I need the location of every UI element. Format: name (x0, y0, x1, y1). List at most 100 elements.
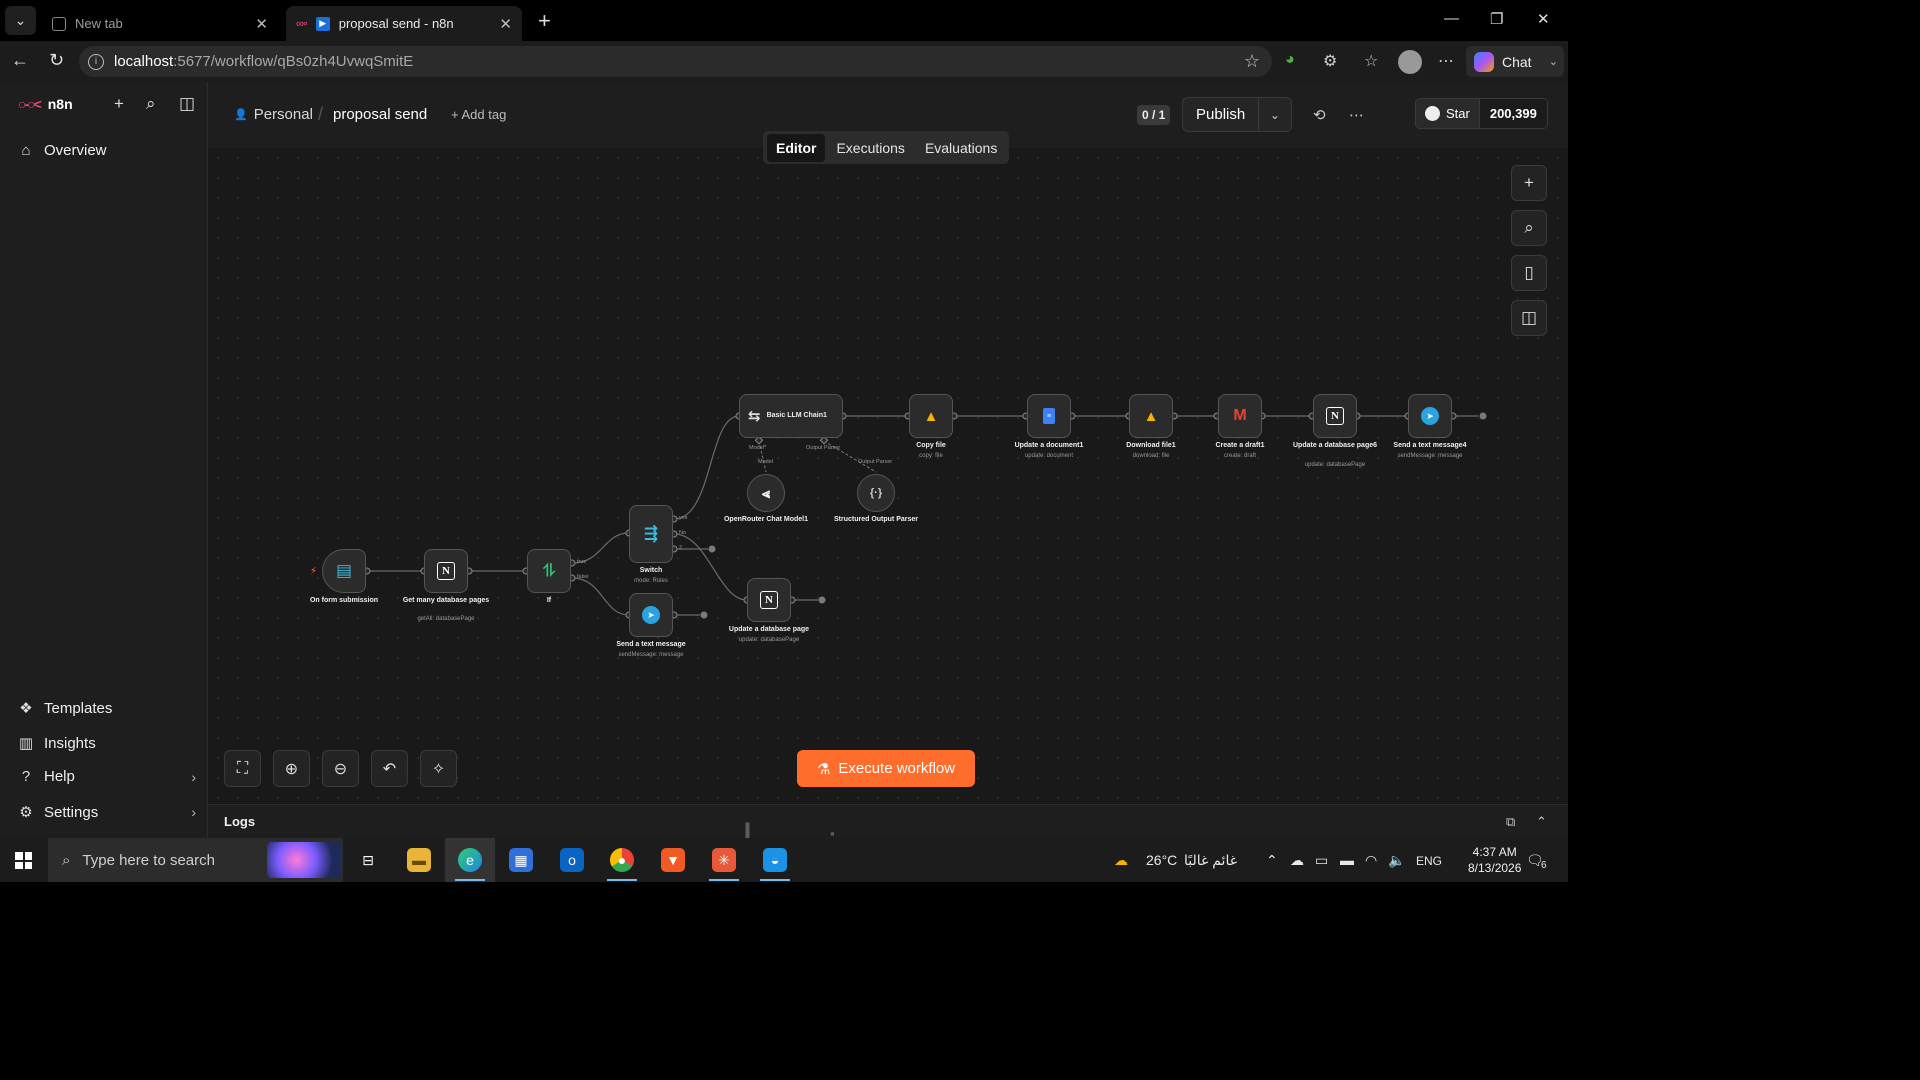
edge-browser-icon[interactable]: e (458, 848, 482, 872)
outlook-icon[interactable]: o (560, 848, 584, 872)
undo-button[interactable]: ↶ (371, 750, 408, 787)
sidebar-item-settings[interactable]: ⚙ Settings › (18, 803, 196, 822)
info-icon[interactable]: i (88, 53, 104, 70)
publish-button[interactable]: Publish (1183, 106, 1258, 123)
task-view-icon[interactable]: ⊟ (356, 848, 380, 872)
node-copy-file[interactable]: ▲ (909, 394, 953, 438)
node-create-a-draft[interactable]: M (1218, 394, 1262, 438)
sidebar-item-insights[interactable]: ▥ Insights (18, 734, 196, 753)
weather-description[interactable]: غائم غالبًا (1184, 852, 1237, 869)
chevron-up-icon[interactable]: ⌃ (1536, 814, 1547, 830)
search-nodes-button[interactable]: ⌕ (1511, 210, 1547, 246)
file-explorer-icon[interactable]: ▬ (407, 848, 431, 872)
new-tab-button[interactable]: + (538, 8, 551, 34)
zoom-out-button[interactable]: ⊖ (322, 750, 359, 787)
language-indicator[interactable]: ENG (1416, 854, 1442, 868)
claude-icon[interactable]: ✳ (712, 848, 736, 872)
toggle-panel-button[interactable]: ◫ (1511, 300, 1547, 336)
node-basic-llm-chain[interactable]: ⇆ Basic LLM Chain1 (739, 394, 843, 438)
reload-icon[interactable]: ↻ (49, 50, 64, 71)
sidebar-item-label: Help (44, 768, 75, 785)
node-structured-output-parser[interactable]: {·} (857, 474, 895, 512)
restore-icon[interactable]: ❐ (1490, 10, 1503, 28)
bookmark-star-icon[interactable]: ☆ (1244, 51, 1260, 72)
tidy-up-button[interactable]: ✧ (420, 750, 457, 787)
tab-editor[interactable]: Editor (767, 133, 826, 162)
extensions-puzzle-icon[interactable]: ⚙ (1323, 51, 1337, 71)
pop-out-icon[interactable]: ⧉ (1506, 814, 1515, 830)
chevron-up-icon[interactable]: ⌃ (1266, 852, 1278, 869)
chevron-right-icon: › (191, 804, 196, 820)
publish-dropdown-icon[interactable]: ⌄ (1257, 98, 1291, 131)
system-clock[interactable]: 4:37 AM 8/13/2026 (1468, 844, 1521, 876)
n8n-brand[interactable]: ○-○< n8n (18, 96, 73, 112)
sidebar-item-templates[interactable]: ❖ Templates (18, 699, 196, 718)
node-send-a-text-message4[interactable]: ➤ (1408, 394, 1452, 438)
zoom-in-button[interactable]: ⊕ (273, 750, 310, 787)
add-sticky-note-button[interactable]: ▯ (1511, 255, 1547, 291)
camera-icon[interactable]: ▭ (1315, 852, 1328, 869)
node-update-a-database-page[interactable]: N (747, 578, 791, 622)
close-window-icon[interactable]: ✕ (1537, 10, 1550, 28)
collapse-sidebar-icon[interactable]: ◫ (179, 94, 195, 114)
node-if[interactable]: ⥮ (527, 549, 571, 593)
search-icon[interactable]: ⌕ (146, 94, 156, 114)
add-tag-button[interactable]: + Add tag (451, 107, 506, 122)
weather-temperature[interactable]: 26°C (1146, 852, 1177, 868)
profile-avatar[interactable] (1398, 50, 1422, 74)
node-subtitle: copy: file (919, 453, 943, 459)
node-on-form-submission[interactable]: ▤ (322, 549, 366, 593)
zoom-to-fit-button[interactable]: ⛶ (224, 750, 261, 787)
tab-executions[interactable]: Executions (827, 134, 913, 162)
add-node-button[interactable]: + (1511, 165, 1547, 201)
logs-panel[interactable]: Logs ⧉ ⌃ (208, 804, 1568, 838)
brave-icon[interactable]: ▼ (661, 848, 685, 872)
telegram-icon: ➤ (1421, 407, 1439, 425)
workflow-name[interactable]: proposal send (333, 106, 427, 123)
favorites-icon[interactable]: ☆ (1364, 51, 1378, 71)
onedrive-cloud-icon[interactable]: ☁ (1290, 852, 1304, 869)
history-icon[interactable]: ⟲ (1313, 106, 1326, 124)
address-bar[interactable]: i localhost :5677/workflow/qBs0zh4UvwqSm… (79, 46, 1272, 77)
microsoft-store-icon[interactable]: ▦ (509, 848, 533, 872)
node-subtitle: getAll: databasePage (417, 616, 475, 622)
taskbar-search[interactable]: ⌕ Type here to search (48, 838, 343, 882)
browser-tab-new-tab[interactable]: New tab ✕ (42, 6, 278, 41)
close-tab-icon[interactable]: ✕ (499, 15, 512, 33)
docker-icon[interactable]: ◒ (763, 848, 787, 872)
weather-icon[interactable]: ☁ (1114, 852, 1128, 869)
node-update-a-database-page6[interactable]: N (1313, 394, 1357, 438)
volume-icon[interactable]: 🔈 (1388, 852, 1405, 869)
minimize-icon[interactable]: — (1444, 10, 1459, 27)
github-star-widget[interactable]: Star 200,399 (1415, 98, 1548, 129)
tab-evaluations[interactable]: Evaluations (916, 134, 1006, 162)
back-arrow-icon[interactable]: ← (11, 50, 29, 71)
workflow-canvas[interactable]: ⚡ ▤ On form submission N Get many databa… (208, 148, 1568, 804)
more-menu-icon[interactable]: ⋯ (1438, 51, 1454, 71)
battery-icon[interactable]: ▬ (1340, 852, 1354, 868)
more-options-icon[interactable]: ⋯ (1349, 106, 1364, 124)
node-switch[interactable]: ⇶ (629, 505, 673, 563)
create-plus-icon[interactable]: + (114, 94, 124, 114)
node-openrouter-chat-model[interactable]: ⪡ (747, 474, 785, 512)
close-tab-icon[interactable]: ✕ (255, 15, 268, 33)
tab-actions-menu-button[interactable]: ⌄ (5, 6, 36, 35)
node-label: Send a text message (616, 641, 686, 648)
sidebar-item-help[interactable]: ? Help › (18, 768, 196, 785)
logs-title: Logs (224, 814, 256, 829)
extension-icon[interactable]: ◕ (1285, 51, 1295, 69)
execute-workflow-button[interactable]: ⚗ Execute workflow (797, 750, 975, 787)
breadcrumb-project[interactable]: 👤 Personal (234, 106, 313, 123)
if-branch-icon: ⥮ (542, 561, 556, 580)
github-star-button[interactable]: Star (1416, 99, 1480, 128)
sidebar-item-overview[interactable]: ⌂ Overview (18, 142, 196, 159)
browser-tab-n8n[interactable]: ∞∘ ▶ proposal send - n8n ✕ (286, 6, 522, 41)
node-update-a-document[interactable]: ≡ (1027, 394, 1071, 438)
chrome-icon[interactable]: ● (610, 848, 634, 872)
node-get-many-database-pages[interactable]: N (424, 549, 468, 593)
windows-start-icon[interactable] (15, 852, 32, 869)
node-send-a-text-message[interactable]: ➤ (629, 593, 673, 637)
wifi-icon[interactable]: ◠ (1365, 852, 1377, 869)
copilot-chat-button[interactable]: Chat ⌄ (1466, 46, 1564, 77)
node-download-file[interactable]: ▲ (1129, 394, 1173, 438)
